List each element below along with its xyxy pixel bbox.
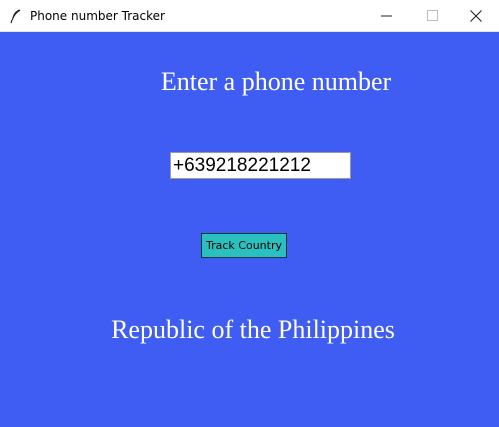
minimize-button[interactable] <box>364 0 410 32</box>
phone-number-input[interactable] <box>170 152 351 179</box>
feather-icon <box>8 8 24 24</box>
main-panel: Enter a phone number Track Country Repub… <box>0 32 499 427</box>
window-title: Phone number Tracker <box>30 9 165 23</box>
page-heading: Enter a phone number <box>160 67 392 96</box>
close-button[interactable] <box>453 0 499 32</box>
maximize-button[interactable] <box>410 0 456 32</box>
close-icon <box>470 10 482 22</box>
maximize-icon <box>427 10 438 21</box>
app-window: Phone number Tracker Enter a phone numbe… <box>0 0 499 427</box>
minimize-icon <box>381 15 392 17</box>
track-country-button[interactable]: Track Country <box>201 233 287 258</box>
country-result: Republic of the Philippines <box>111 315 395 344</box>
title-bar[interactable]: Phone number Tracker <box>0 0 499 32</box>
